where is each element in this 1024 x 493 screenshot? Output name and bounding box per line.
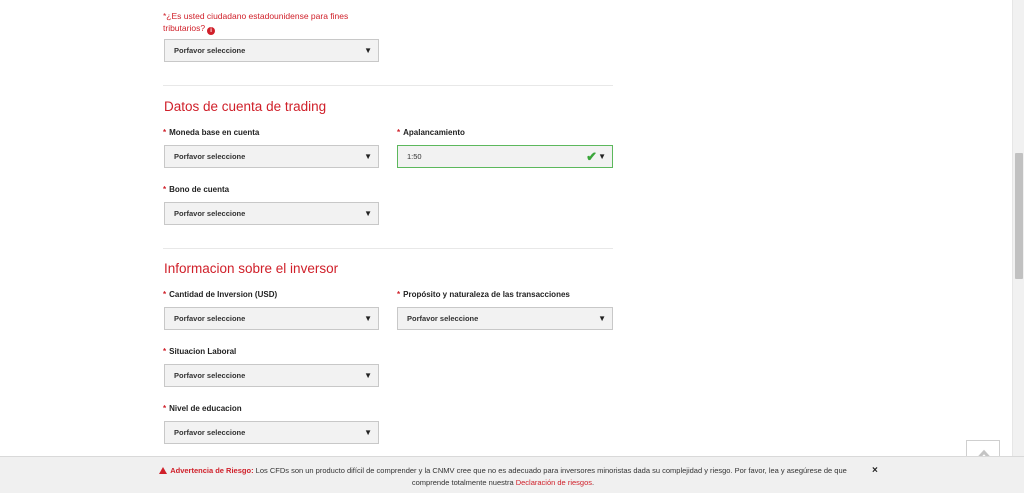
warning-icon	[159, 467, 168, 474]
caret-down-icon: ▼	[364, 209, 372, 218]
risk-warning-bar: Advertencia de Riesgo: Los CFDs son un p…	[0, 456, 1024, 493]
scrollbar-thumb[interactable]	[1015, 153, 1023, 279]
caret-down-icon: ▼	[364, 371, 372, 380]
risk-warning-label: Advertencia de Riesgo:	[170, 466, 254, 475]
employment-label: * Situacion Laboral	[163, 347, 237, 356]
base-currency-label: * Moneda base en cuenta	[163, 128, 260, 137]
us-tax-question-label: *¿Es usted ciudadano estadounidense para…	[163, 11, 349, 35]
vertical-scrollbar[interactable]	[1012, 0, 1024, 493]
caret-down-icon: ▼	[598, 314, 606, 323]
caret-down-icon: ▼	[364, 46, 372, 55]
risk-declaration-link[interactable]: Declaración de riesgos	[516, 478, 592, 487]
info-icon[interactable]: i	[207, 27, 216, 35]
purpose-select[interactable]: Porfavor seleccione ▼	[397, 307, 613, 330]
education-label: * Nivel de educacion	[163, 404, 242, 413]
investment-amount-select[interactable]: Porfavor seleccione ▼	[164, 307, 379, 330]
select-value: Porfavor seleccione	[174, 152, 246, 161]
select-value: Porfavor seleccione	[174, 428, 246, 437]
leverage-label: * Apalancamiento	[397, 128, 465, 137]
caret-down-icon: ▼	[598, 152, 606, 161]
bonus-select[interactable]: Porfavor seleccione ▼	[164, 202, 379, 225]
employment-select[interactable]: Porfavor seleccione ▼	[164, 364, 379, 387]
select-value: Porfavor seleccione	[174, 314, 246, 323]
leverage-select[interactable]: 1:50 ✔ ▼	[397, 145, 613, 168]
select-value: Porfavor seleccione	[174, 371, 246, 380]
select-value: Porfavor seleccione	[174, 46, 246, 55]
purpose-label: * Propósito y naturaleza de las transacci…	[397, 290, 570, 299]
close-icon[interactable]: ×	[872, 465, 878, 476]
us-tax-select[interactable]: Porfavor seleccione ▼	[164, 39, 379, 62]
section-divider	[163, 85, 613, 86]
page-viewport: *¿Es usted ciudadano estadounidense para…	[0, 0, 1012, 493]
caret-down-icon: ▼	[364, 152, 372, 161]
risk-warning-end: .	[592, 478, 595, 487]
caret-down-icon: ▼	[364, 314, 372, 323]
select-value: 1:50	[407, 152, 422, 161]
check-icon: ✔	[586, 149, 597, 164]
caret-down-icon: ▼	[364, 428, 372, 437]
bonus-label: * Bono de cuenta	[163, 185, 230, 194]
select-value: Porfavor seleccione	[407, 314, 479, 323]
base-currency-select[interactable]: Porfavor seleccione ▼	[164, 145, 379, 168]
investor-section-title: Informacion sobre el inversor	[164, 261, 339, 276]
investment-amount-label: * Cantidad de Inversion (USD)	[163, 290, 278, 299]
education-select[interactable]: Porfavor seleccione ▼	[164, 421, 379, 444]
section-divider	[163, 248, 613, 249]
select-value: Porfavor seleccione	[174, 209, 246, 218]
risk-warning-text: Advertencia de Riesgo: Los CFDs son un p…	[150, 465, 856, 489]
trading-section-title: Datos de cuenta de trading	[164, 99, 327, 114]
